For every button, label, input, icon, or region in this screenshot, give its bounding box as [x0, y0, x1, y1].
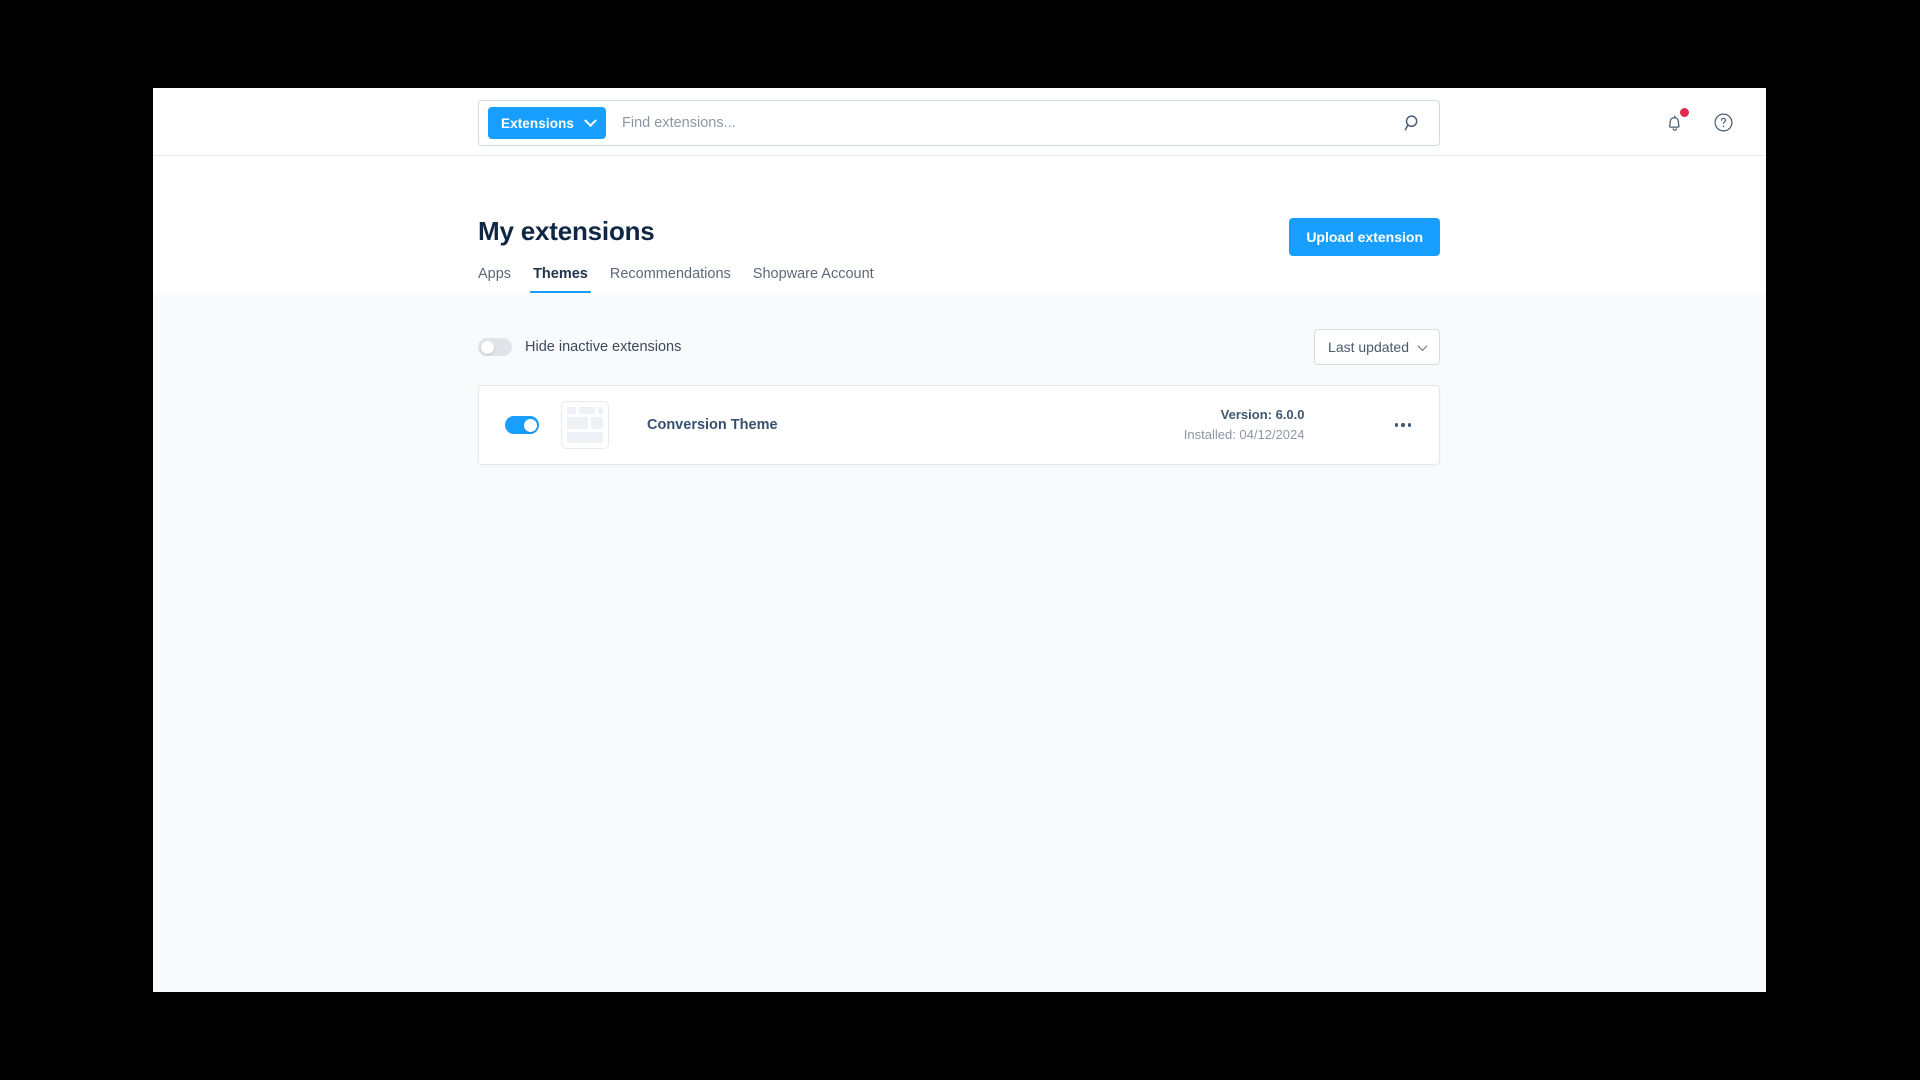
tab-themes[interactable]: Themes: [522, 266, 599, 294]
hide-inactive-toggle[interactable]: Hide inactive extensions: [478, 338, 681, 356]
top-bar: Extensions: [153, 88, 1766, 156]
tab-shopware-account[interactable]: Shopware Account: [742, 266, 885, 293]
chevron-down-icon: [584, 113, 597, 127]
notifications-button[interactable]: [1660, 107, 1690, 137]
extension-active-switch[interactable]: [505, 416, 539, 434]
extension-context-menu-button[interactable]: [1389, 413, 1418, 437]
content-area: Hide inactive extensions Last updated Co…: [153, 293, 1766, 992]
search-scope-selector[interactable]: Extensions: [488, 107, 607, 139]
extension-meta: Version: 6.0.0 Installed: 04/12/2024: [1184, 405, 1305, 445]
filter-row: Hide inactive extensions Last updated: [478, 327, 1440, 367]
extension-list: Conversion Theme Version: 6.0.0 Installe…: [478, 385, 1440, 465]
header-icon-group: [1660, 88, 1738, 156]
page-title: My extensions: [478, 216, 655, 246]
page-header: My extensions Upload extension Apps Them…: [153, 156, 1766, 294]
global-search-bar: Extensions: [478, 100, 1440, 146]
tab-recommendations[interactable]: Recommendations: [599, 266, 742, 293]
question-circle-icon: [1713, 112, 1733, 132]
extension-version: Version: 6.0.0: [1220, 406, 1305, 422]
extension-installed-date: Installed: 04/12/2024: [1183, 427, 1305, 442]
chevron-down-icon: [1417, 340, 1428, 351]
admin-viewport: Extensions Find extensions... My extensi…: [153, 88, 1766, 992]
hide-inactive-label: Hide inactive extensions: [525, 339, 682, 355]
switch-knob: [523, 418, 537, 432]
notification-badge-dot: [1680, 108, 1689, 117]
sort-dropdown[interactable]: Last updated: [1314, 329, 1440, 365]
sort-dropdown-label: Last updated: [1328, 339, 1409, 355]
extension-row[interactable]: Conversion Theme Version: 6.0.0 Installe…: [478, 385, 1440, 465]
search-scope-label: Extensions: [501, 115, 575, 131]
switch-knob: [480, 340, 494, 354]
search-icon: [1404, 115, 1418, 131]
search-submit-button[interactable]: [1391, 101, 1435, 145]
search-input[interactable]: [622, 115, 1391, 131]
help-button[interactable]: [1708, 107, 1738, 137]
upload-extension-button[interactable]: Upload extension: [1289, 218, 1440, 256]
extension-name: Conversion Theme: [647, 417, 778, 433]
ellipsis-horizontal-icon: [1394, 423, 1398, 427]
extension-tabs: Apps Themes Recommendations Shopware Acc…: [478, 266, 885, 294]
hide-inactive-switch[interactable]: [478, 338, 512, 356]
theme-placeholder-icon: [561, 401, 609, 449]
tab-apps[interactable]: Apps: [478, 266, 522, 293]
